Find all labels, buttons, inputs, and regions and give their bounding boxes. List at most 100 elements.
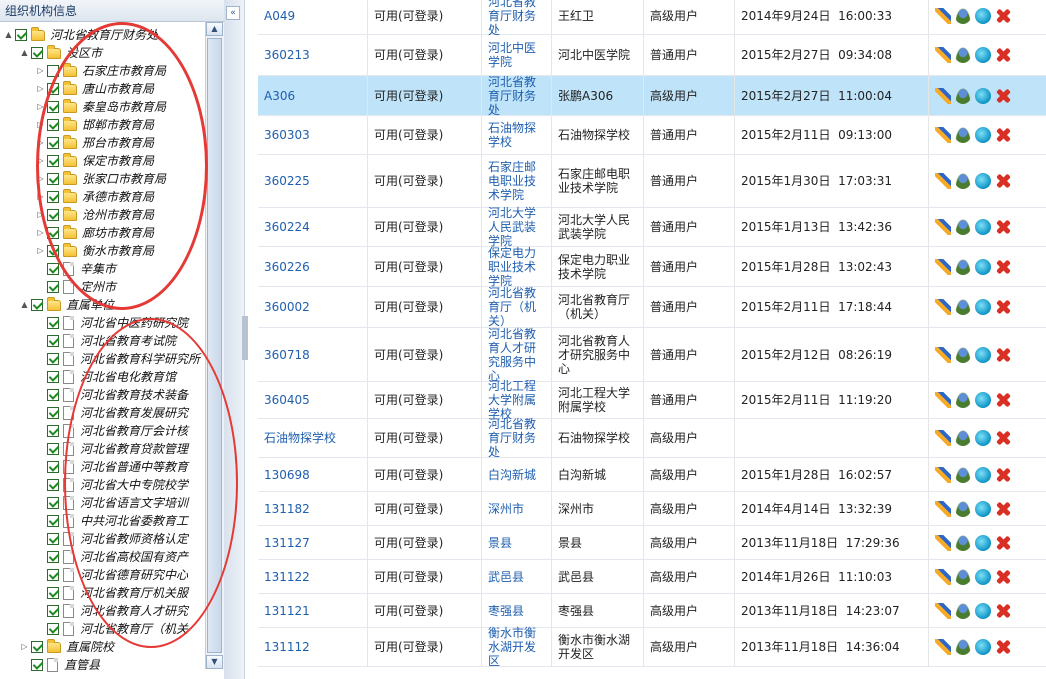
checkbox-icon[interactable] — [47, 245, 59, 257]
checkbox-icon[interactable] — [47, 371, 59, 383]
delete-icon[interactable] — [995, 430, 1011, 446]
pencil-icon[interactable] — [935, 219, 951, 235]
delete-icon[interactable] — [995, 88, 1011, 104]
checkbox-icon[interactable] — [47, 65, 59, 77]
tree-node[interactable]: ▷ 廊坊市教育局 — [36, 224, 154, 242]
tree-node-label[interactable]: 中共河北省委教育工 — [80, 512, 188, 530]
user-id-link[interactable]: 360002 — [258, 287, 368, 327]
pencil-icon[interactable] — [935, 466, 951, 483]
table-row[interactable]: 360224 可用(可登录) 河北大学人民武装学院 河北大学人民武装学院 普通用户 201… — [258, 206, 1046, 248]
expand-icon[interactable]: ▷ — [36, 206, 45, 224]
expand-icon[interactable]: ▷ — [36, 152, 45, 170]
expand-icon[interactable]: ▷ — [36, 188, 45, 206]
tree-node-label[interactable]: 河北省教育发展研究 — [80, 404, 188, 422]
tree-node[interactable]: 河北省教育厅机关服 — [36, 584, 188, 602]
pencil-icon[interactable] — [935, 534, 951, 551]
unit-link[interactable]: 河北省教育人才研究服务中心 — [482, 327, 552, 383]
tree-node[interactable]: ▲ 设区市 — [20, 44, 102, 62]
unit-link[interactable]: 河北省教育厅财务处 — [482, 75, 552, 117]
unit-link[interactable]: 衡水市衡水湖开发区 — [482, 626, 552, 668]
tree-node-label[interactable]: 直属单位 — [66, 296, 114, 314]
role-icon[interactable] — [975, 602, 991, 619]
user-id-link[interactable]: 130698 — [258, 458, 368, 491]
role-icon[interactable] — [975, 299, 991, 315]
user-icon[interactable] — [955, 47, 971, 63]
delete-icon[interactable] — [995, 259, 1011, 275]
tree-node-label[interactable]: 河北省教育厅会计核 — [80, 422, 188, 440]
role-icon[interactable] — [975, 466, 991, 483]
table-row[interactable]: 131121 可用(可登录) 枣强县 枣强县 高级用户 2013年11月18日 14:23… — [258, 594, 1046, 628]
tree-node[interactable]: 河北省教育技术装备 — [36, 386, 188, 404]
tree-node[interactable]: ▲ 直属单位 — [20, 296, 114, 314]
role-icon[interactable] — [975, 47, 991, 63]
unit-link[interactable]: 石油物探学校 — [482, 116, 552, 154]
expand-icon[interactable]: ▷ — [20, 638, 29, 656]
user-icon[interactable] — [955, 602, 971, 619]
tree-node[interactable]: 河北省教育贷款管理 — [36, 440, 188, 458]
checkbox-icon[interactable] — [47, 263, 59, 275]
table-row[interactable]: 131112 可用(可登录) 衡水市衡水湖开发区 衡水市衡水湖开发区 高级用户 2013年… — [258, 626, 1046, 668]
checkbox-icon[interactable] — [31, 299, 43, 311]
delete-icon[interactable] — [995, 467, 1011, 483]
unit-link[interactable]: 河北省教育厅财务处 — [482, 417, 552, 459]
checkbox-icon[interactable] — [47, 425, 59, 437]
tree-node-label[interactable]: 设区市 — [66, 44, 102, 62]
table-row[interactable]: 131127 可用(可登录) 景县 景县 高级用户 2013年11月18日 17:29:3… — [258, 526, 1046, 560]
tree-node-label[interactable]: 承德市教育局 — [82, 188, 154, 206]
panel-splitter[interactable]: « — [224, 0, 248, 679]
tree-node[interactable]: ▷ 张家口市教育局 — [36, 170, 166, 188]
tree-node[interactable]: ▷ 衡水市教育局 — [36, 242, 154, 260]
checkbox-icon[interactable] — [47, 569, 59, 581]
tree-node[interactable]: 辛集市 — [36, 260, 116, 278]
user-icon[interactable] — [955, 568, 971, 585]
checkbox-icon[interactable] — [47, 317, 59, 329]
pencil-icon[interactable] — [935, 87, 951, 104]
role-icon[interactable] — [975, 87, 991, 104]
tree-node-label[interactable]: 衡水市教育局 — [82, 242, 154, 260]
delete-icon[interactable] — [995, 569, 1011, 585]
user-icon[interactable] — [955, 173, 971, 189]
checkbox-icon[interactable] — [47, 407, 59, 419]
tree-node[interactable]: 河北省教育厅（机关 — [36, 620, 188, 638]
delete-icon[interactable] — [995, 47, 1011, 63]
tree-node[interactable]: ▷ 秦皇岛市教育局 — [36, 98, 166, 116]
unit-link[interactable]: 景县 — [482, 526, 552, 559]
tree-node-label[interactable]: 河北省大中专院校学 — [80, 476, 188, 494]
tree-node[interactable]: 河北省教育厅会计核 — [36, 422, 188, 440]
table-row[interactable]: 石油物探学校 可用(可登录) 河北省教育厅财务处 石油物探学校 高级用户 — [258, 417, 1046, 459]
user-icon[interactable] — [955, 8, 971, 24]
delete-icon[interactable] — [995, 603, 1011, 619]
tree-node-label[interactable]: 河北省教育贷款管理 — [80, 440, 188, 458]
tree-node-label[interactable]: 河北省教育科学研究所 — [80, 350, 200, 368]
tree-node-label[interactable]: 直属院校 — [66, 638, 114, 656]
user-icon[interactable] — [955, 258, 971, 275]
user-icon[interactable] — [955, 639, 971, 655]
tree-node-label[interactable]: 河北省教育考试院 — [80, 332, 176, 350]
user-icon[interactable] — [955, 87, 971, 104]
table-row[interactable]: 130698 可用(可登录) 白沟新城 白沟新城 高级用户 2015年1月28日 16:0… — [258, 458, 1046, 492]
table-row[interactable]: A049 可用(可登录) 河北省教育厅财务处 王红卫 高级用户 2014年9月24日 16… — [258, 0, 1046, 37]
table-row[interactable]: 360303 可用(可登录) 石油物探学校 石油物探学校 普通用户 2015年2月11日 … — [258, 116, 1046, 155]
pencil-icon[interactable] — [935, 430, 951, 446]
tree-node[interactable]: 河北省德育研究中心 — [36, 566, 188, 584]
user-icon[interactable] — [955, 430, 971, 446]
checkbox-icon[interactable] — [47, 479, 59, 491]
user-id-link[interactable]: 131182 — [258, 492, 368, 525]
user-id-link[interactable]: 石油物探学校 — [258, 419, 368, 457]
pencil-icon[interactable] — [935, 500, 951, 517]
checkbox-icon[interactable] — [47, 443, 59, 455]
tree-node-label[interactable]: 秦皇岛市教育局 — [82, 98, 166, 116]
user-id-link[interactable]: 360225 — [258, 155, 368, 207]
checkbox-icon[interactable] — [47, 389, 59, 401]
pencil-icon[interactable] — [935, 258, 951, 275]
user-id-link[interactable]: A049 — [258, 0, 368, 34]
user-icon[interactable] — [955, 127, 971, 143]
tree-node[interactable]: 中共河北省委教育工 — [36, 512, 188, 530]
unit-link[interactable]: 枣强县 — [482, 594, 552, 627]
checkbox-icon[interactable] — [47, 101, 59, 113]
pencil-icon[interactable] — [935, 173, 951, 189]
role-icon[interactable] — [975, 127, 991, 143]
checkbox-icon[interactable] — [47, 551, 59, 563]
tree-node-label[interactable]: 河北省教育厅机关服 — [80, 584, 188, 602]
delete-icon[interactable] — [995, 501, 1011, 517]
